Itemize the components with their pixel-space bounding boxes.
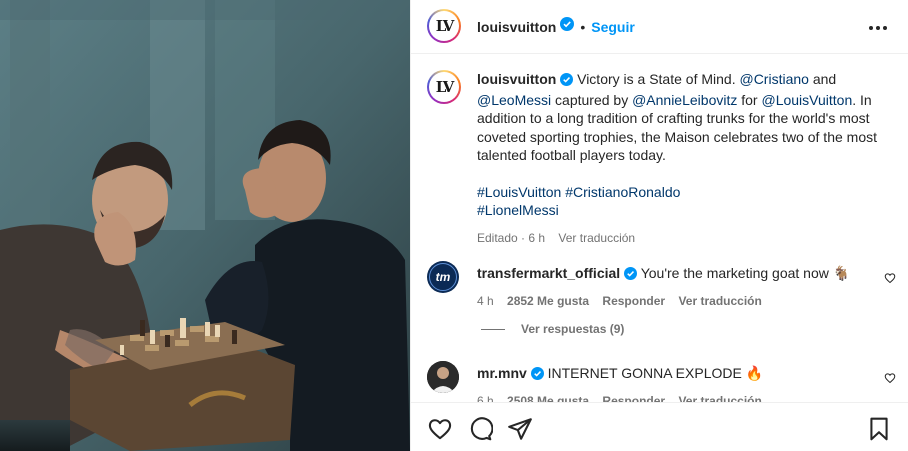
comment-likes[interactable]: 2508 Me gusta — [507, 394, 589, 402]
comment-icon[interactable] — [467, 416, 494, 442]
view-replies-label: Ver respuestas (9) — [521, 322, 625, 336]
reply-button[interactable]: Responder — [602, 394, 665, 402]
comment-time: 4 h — [477, 294, 494, 308]
caption-author-avatar[interactable]: LV — [427, 70, 461, 104]
caption-meta: Editado · 6 h Ver traducción — [477, 229, 881, 248]
mention-link[interactable]: @LeoMessi — [477, 92, 551, 108]
post-photo[interactable] — [0, 0, 410, 451]
bookmark-icon[interactable] — [866, 416, 892, 442]
heart-icon[interactable] — [427, 416, 453, 442]
comments-scroll-area[interactable]: LV louisvuitton Victory is a State of Mi… — [411, 54, 908, 402]
comment-text: You're the marketing goat now 🐐 — [640, 265, 851, 281]
instagram-post: LV louisvuitton • Seguir LV louisvuitton… — [0, 0, 908, 451]
header-separator: • — [580, 18, 586, 35]
commenter-avatar[interactable] — [427, 361, 459, 393]
post-action-bar — [411, 402, 908, 451]
comment-like-heart-icon[interactable] — [884, 371, 896, 384]
translate-link[interactable]: Ver traducción — [678, 394, 761, 402]
photo-illustration — [0, 0, 410, 451]
comment-meta: 6 h 2508 Me gusta Responder Ver traducci… — [477, 392, 881, 402]
hashtag-link[interactable]: #LionelMessi — [477, 202, 559, 218]
hashtag-link[interactable]: #CristianoRonaldo — [565, 184, 680, 200]
caption-text: Victory is a State of Mind. — [577, 71, 740, 87]
caption-text: captured by — [551, 91, 633, 108]
caption-text: for — [737, 91, 762, 108]
transfermarkt-logo-icon: tm — [429, 263, 457, 291]
comment-item: mr.mnv INTERNET GONNA EXPLODE 🔥 6 h 2508… — [477, 364, 881, 402]
replies-divider — [481, 328, 505, 330]
edited-timestamp: Editado · 6 h — [477, 230, 546, 245]
mention-link[interactable]: @LouisVuitton — [761, 92, 852, 108]
comment-username[interactable]: transfermarkt_official — [477, 265, 620, 281]
header-username[interactable]: louisvuitton — [477, 19, 556, 35]
post-caption: louisvuitton Victory is a State of Mind.… — [477, 70, 881, 247]
translate-link[interactable]: Ver traducción — [558, 231, 635, 245]
mention-link[interactable]: @AnnieLeibovitz — [632, 92, 737, 108]
follow-button[interactable]: Seguir — [591, 19, 635, 35]
comment-meta: 4 h 2852 Me gusta Responder Ver traducci… — [477, 292, 881, 310]
header-user-row: louisvuitton • Seguir — [477, 17, 635, 36]
hashtag-link[interactable]: #LouisVuitton — [477, 184, 561, 200]
louis-vuitton-logo-icon: LV — [431, 74, 457, 100]
comment-item: transfermarkt_official You're the market… — [477, 264, 881, 310]
comment-likes[interactable]: 2852 Me gusta — [507, 294, 589, 308]
commenter-avatar[interactable]: tm — [427, 261, 459, 293]
hashtag-row: #LouisVuitton #CristianoRonaldo — [477, 183, 881, 202]
more-options-icon[interactable] — [866, 16, 890, 40]
view-replies-button[interactable]: Ver respuestas (9) — [481, 322, 624, 336]
verified-badge-icon — [560, 72, 574, 91]
caption-text: and — [808, 71, 837, 87]
share-icon[interactable] — [507, 416, 533, 442]
verified-badge-icon — [530, 366, 544, 384]
post-detail-pane: LV louisvuitton • Seguir LV louisvuitton… — [410, 0, 908, 451]
translate-link[interactable]: Ver traducción — [678, 294, 761, 308]
louis-vuitton-logo-icon: LV — [431, 13, 457, 39]
post-header: LV louisvuitton • Seguir — [411, 0, 908, 54]
comment-username[interactable]: mr.mnv — [477, 365, 527, 381]
verified-badge-icon — [560, 17, 575, 36]
comment-text: INTERNET GONNA EXPLODE 🔥 — [547, 365, 764, 381]
comment-like-heart-icon[interactable] — [884, 271, 896, 284]
reply-button[interactable]: Responder — [602, 294, 665, 308]
caption-username[interactable]: louisvuitton — [477, 71, 556, 87]
mention-link[interactable]: @Cristiano — [739, 71, 808, 87]
author-avatar[interactable]: LV — [427, 9, 461, 43]
comment-time: 6 h — [477, 394, 494, 402]
verified-badge-icon — [624, 266, 638, 284]
